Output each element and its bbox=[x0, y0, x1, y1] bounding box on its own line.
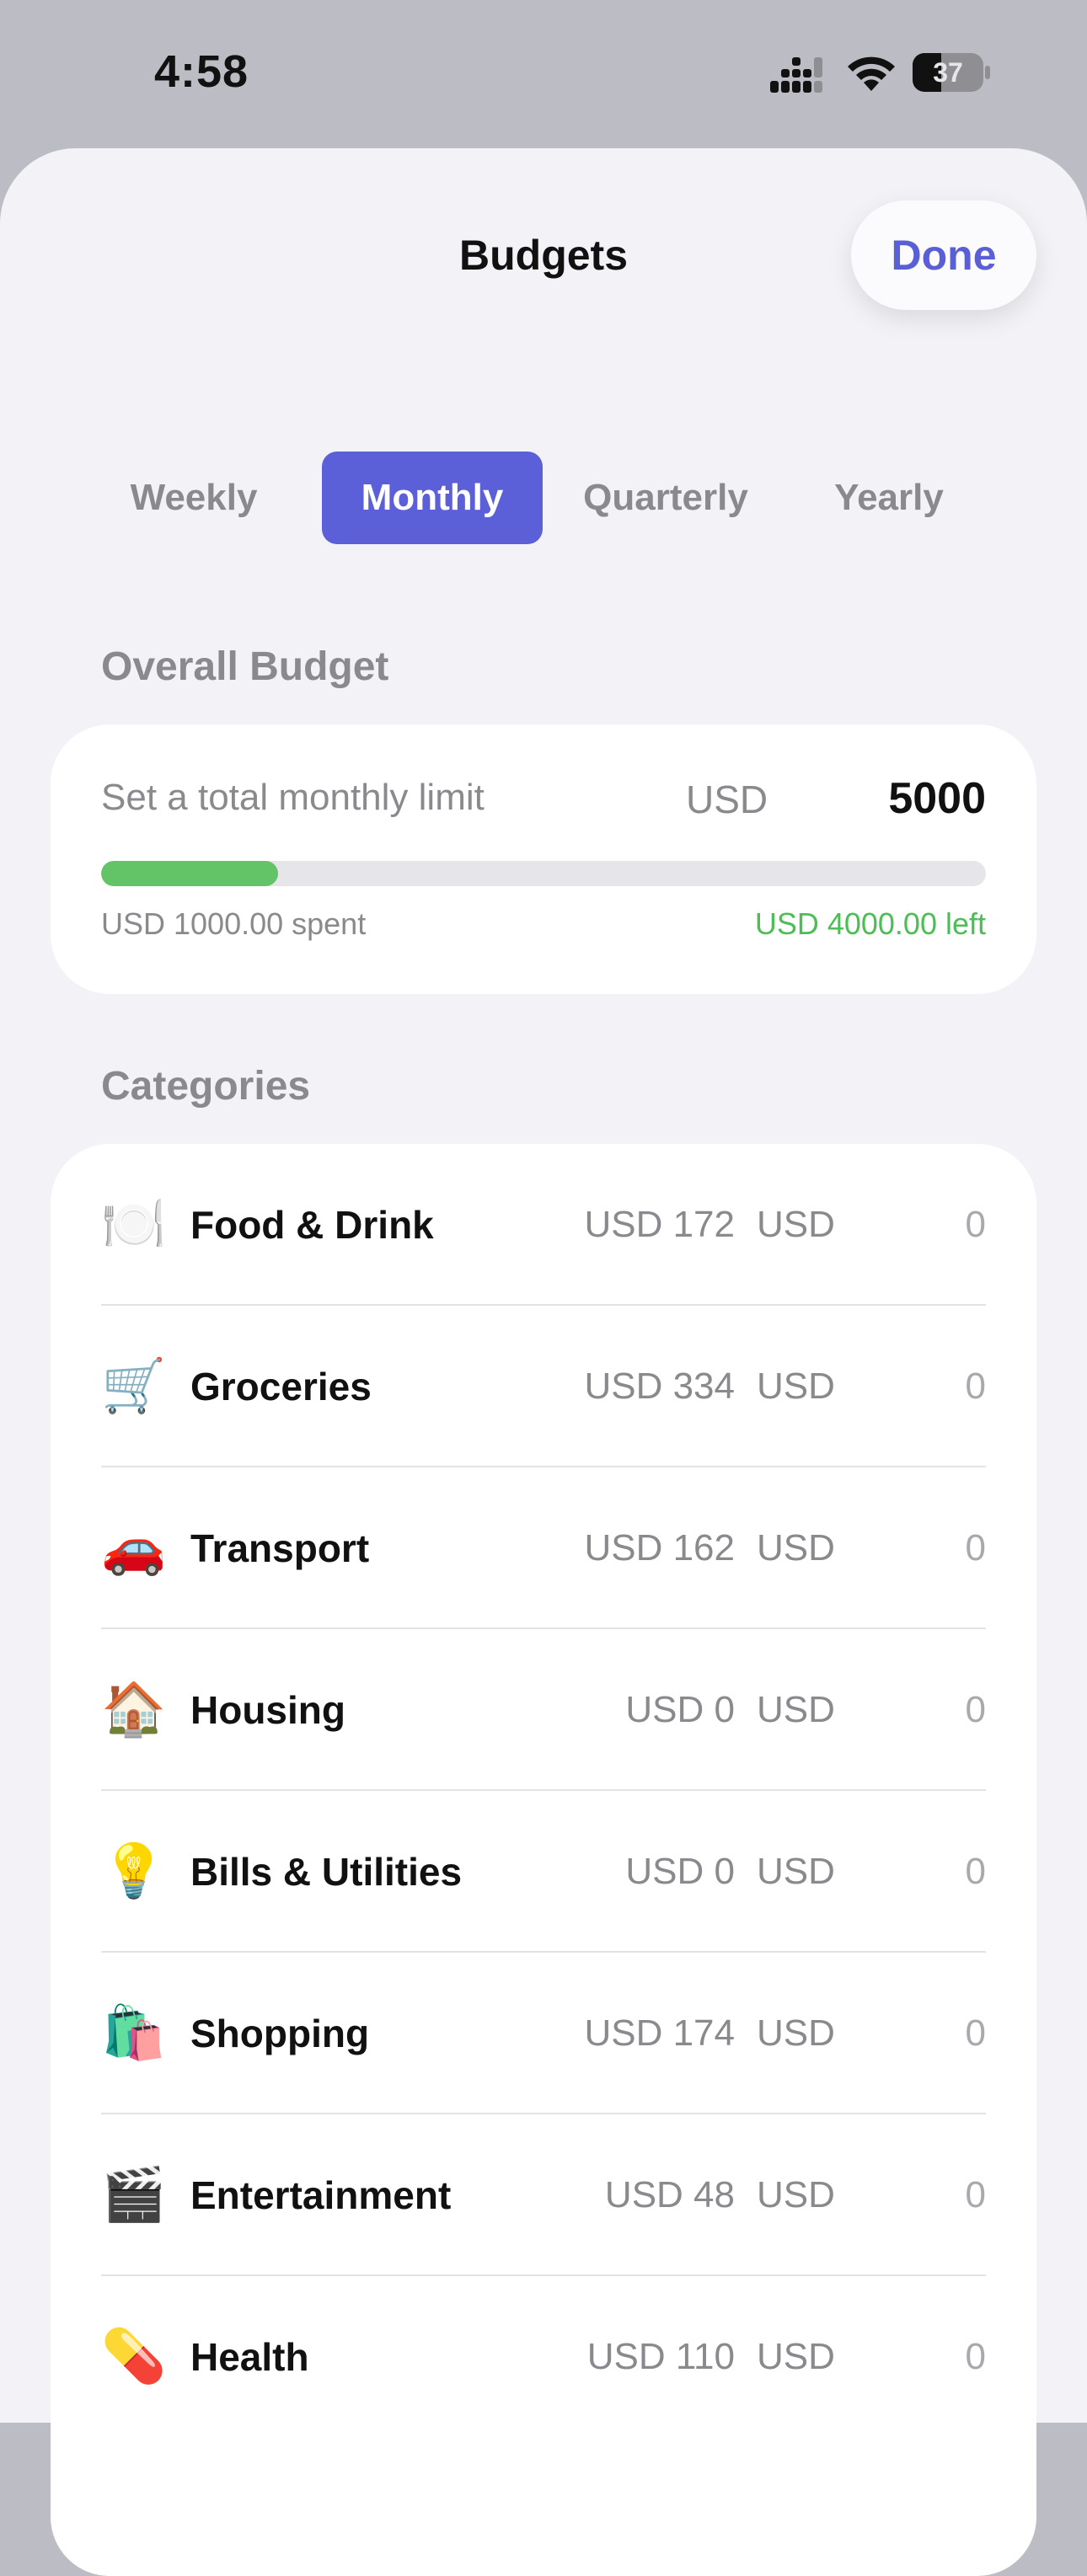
category-row-entertainment: 🎬 Entertainment USD 48 USD bbox=[101, 2114, 986, 2276]
category-currency: USD bbox=[757, 2336, 835, 2377]
category-currency: USD bbox=[757, 1689, 835, 1730]
category-currency: USD bbox=[757, 1365, 835, 1407]
category-name: Housing bbox=[190, 1688, 345, 1732]
category-row-health: 💊 Health USD 110 USD bbox=[101, 2276, 986, 2438]
budget-progress-fill bbox=[101, 861, 278, 886]
category-spent: USD 48 bbox=[604, 2174, 735, 2215]
limit-currency: USD bbox=[686, 778, 768, 821]
category-spent: USD 334 bbox=[584, 1365, 735, 1407]
category-currency: USD bbox=[757, 2012, 835, 2054]
spent-text: USD 1000.00 spent bbox=[101, 906, 367, 941]
tab-monthly[interactable]: Monthly bbox=[322, 452, 543, 544]
category-currency: USD bbox=[757, 1204, 835, 1245]
category-row-groceries: 🛒 Groceries USD 334 USD bbox=[101, 1306, 986, 1467]
battery-percentage: 37 bbox=[933, 57, 963, 88]
limit-input[interactable] bbox=[809, 767, 986, 831]
category-name: Transport bbox=[190, 1526, 370, 1570]
category-spent: USD 162 bbox=[584, 1527, 735, 1569]
status-time: 4:58 bbox=[154, 46, 249, 97]
category-row-food-drink: 🍽️ Food & Drink USD 172 USD bbox=[101, 1144, 986, 1306]
tab-quarterly[interactable]: Quarterly bbox=[552, 452, 779, 544]
house-icon: 🏠 bbox=[101, 1681, 167, 1739]
overall-budget-card: Set a total monthly limit USD USD 1000.0… bbox=[51, 724, 1036, 994]
category-budget-input[interactable] bbox=[868, 1842, 986, 1901]
limit-label: Set a total monthly limit bbox=[101, 777, 485, 818]
category-name: Shopping bbox=[190, 2012, 370, 2055]
wifi-icon bbox=[848, 56, 895, 91]
category-spent: USD 174 bbox=[584, 2012, 735, 2054]
category-name: Health bbox=[190, 2335, 309, 2379]
cellular-signal-icon bbox=[770, 57, 822, 93]
tab-yearly[interactable]: Yearly bbox=[792, 452, 986, 544]
category-budget-input[interactable] bbox=[868, 2327, 986, 2386]
overall-budget-heading: Overall Budget bbox=[101, 644, 389, 689]
category-budget-input[interactable] bbox=[868, 1681, 986, 1740]
category-name: Groceries bbox=[190, 1365, 372, 1408]
category-budget-input[interactable] bbox=[868, 2166, 986, 2225]
category-budget-input[interactable] bbox=[868, 1357, 986, 1416]
period-segmented-control: Weekly Monthly Quarterly Yearly bbox=[101, 452, 986, 544]
category-spent: USD 0 bbox=[625, 1851, 735, 1892]
category-name: Entertainment bbox=[190, 2173, 452, 2217]
category-currency: USD bbox=[757, 2174, 835, 2215]
done-button[interactable]: Done bbox=[851, 200, 1036, 310]
category-currency: USD bbox=[757, 1851, 835, 1892]
category-spent: USD 110 bbox=[586, 2336, 735, 2377]
categories-heading: Categories bbox=[101, 1064, 311, 1109]
category-row-transport: 🚗 Transport USD 162 USD bbox=[101, 1467, 986, 1629]
category-row-bills-utilities: 💡 Bills & Utilities USD 0 USD bbox=[101, 1791, 986, 1953]
pill-icon: 💊 bbox=[101, 2327, 167, 2386]
category-name: Bills & Utilities bbox=[190, 1850, 463, 1894]
category-budget-input[interactable] bbox=[868, 2004, 986, 2063]
category-row-housing: 🏠 Housing USD 0 USD bbox=[101, 1629, 986, 1791]
car-icon: 🚗 bbox=[101, 1519, 167, 1577]
budget-progress-bar bbox=[101, 861, 986, 886]
left-text: USD 4000.00 left bbox=[754, 906, 986, 941]
category-currency: USD bbox=[757, 1527, 835, 1569]
category-budget-input[interactable] bbox=[868, 1195, 986, 1254]
status-bar: 4:58 37 bbox=[0, 0, 1087, 148]
shopping-cart-icon: 🛒 bbox=[101, 1357, 167, 1415]
budgets-sheet: Budgets Done Weekly Monthly Quarterly Ye… bbox=[0, 148, 1087, 2576]
plate-icon: 🍽️ bbox=[101, 1195, 167, 1253]
light-bulb-icon: 💡 bbox=[101, 1842, 167, 1900]
clapper-board-icon: 🎬 bbox=[101, 2166, 167, 2224]
shopping-bags-icon: 🛍️ bbox=[101, 2004, 167, 2062]
categories-card: 🍽️ Food & Drink USD 172 USD 🛒 Groceries … bbox=[51, 1144, 1036, 2576]
category-spent: USD 172 bbox=[584, 1204, 735, 1245]
category-budget-input[interactable] bbox=[868, 1519, 986, 1578]
tab-weekly[interactable]: Weekly bbox=[101, 452, 286, 544]
category-name: Food & Drink bbox=[190, 1203, 434, 1247]
category-row-shopping: 🛍️ Shopping USD 174 USD bbox=[101, 1953, 986, 2114]
category-spent: USD 0 bbox=[625, 1689, 735, 1730]
